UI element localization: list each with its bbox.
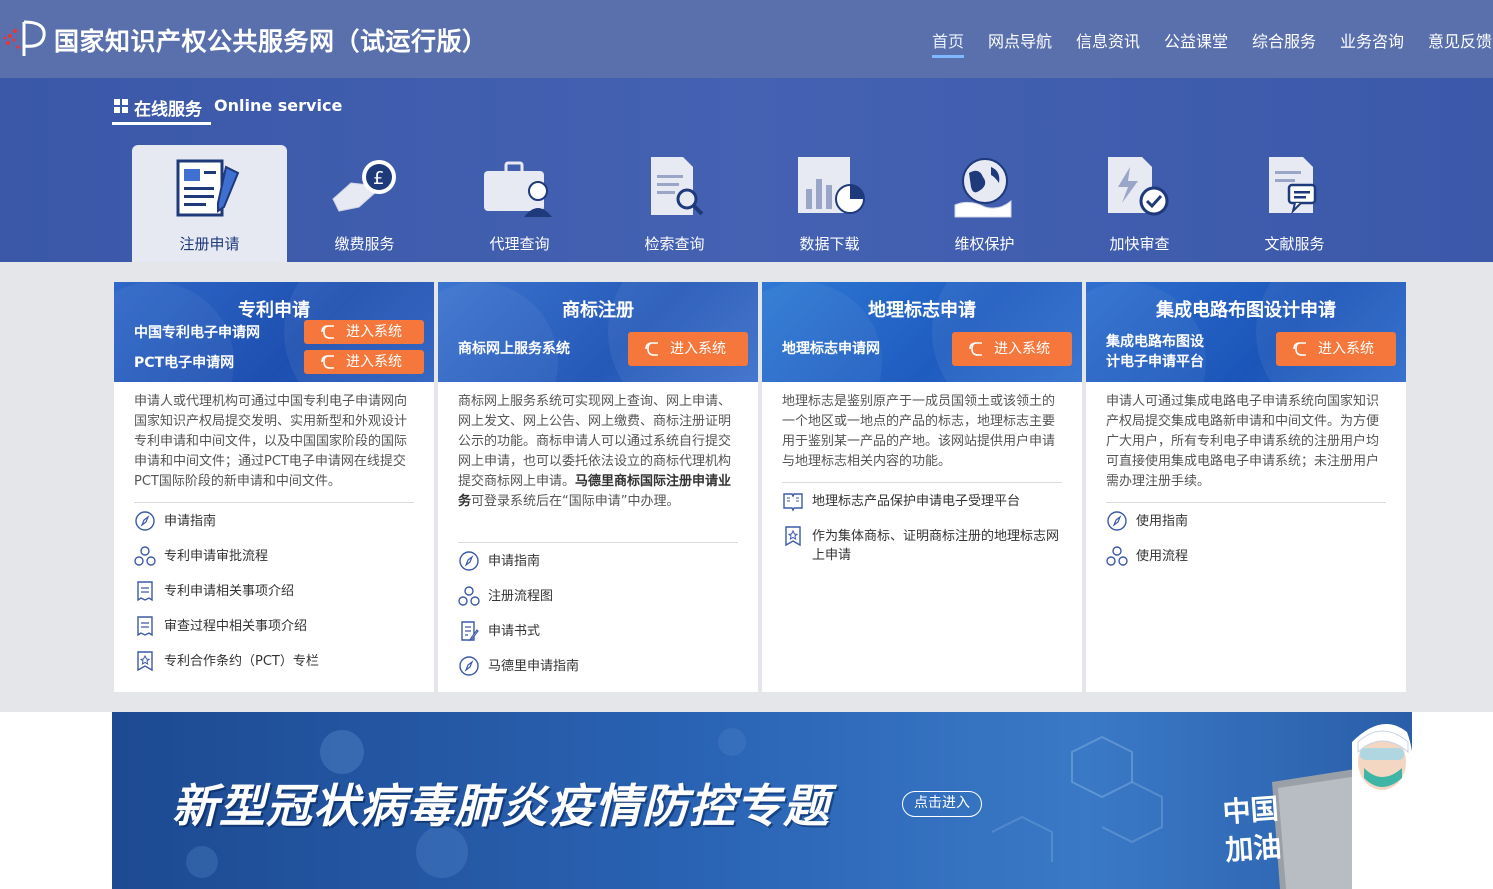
system-name: 地理标志申请网 [782, 341, 880, 357]
system-name: 商标网上服务系统 [458, 341, 570, 357]
divider [458, 542, 738, 543]
card-header: 专利申请 中国专利电子申请网 进入系统 PCT电子申请网 进入系统 [114, 282, 434, 382]
pointing-hand-icon [321, 355, 334, 369]
svg-text:£: £ [373, 168, 384, 189]
tab-payment[interactable]: £ 缴费服务 [287, 145, 442, 262]
document-edit-icon [461, 621, 479, 642]
nav-business-consulting[interactable]: 业务咨询 [1340, 28, 1404, 52]
banner-enter-button[interactable]: 点击进入 [902, 791, 982, 817]
banner-title: 新型冠状病毒肺炎疫情防控专题 [172, 779, 830, 833]
heading-en: Online service [214, 96, 343, 115]
system-name: 中国专利电子申请网 [134, 325, 260, 341]
system-name-line2: 计电子申请平台 [1106, 354, 1204, 370]
divider [1106, 502, 1386, 503]
pointing-hand-icon [969, 342, 982, 356]
pointing-hand-icon [1293, 342, 1306, 356]
hand-coin-icon: £ [332, 160, 396, 212]
enter-system-button[interactable]: 进入系统 [304, 320, 424, 344]
grid-icon [114, 99, 128, 113]
card-header: 集成电路布图设计申请 集成电路布图设 计电子申请平台 进入系统 [1086, 282, 1406, 382]
card-description: 申请人可通过集成电路电子申请系统向国家知识产权局提交集成电路新申请和中间文件。为… [1106, 394, 1380, 489]
tab-label: 文献服务 [1264, 235, 1325, 253]
lightning-check-icon [1108, 157, 1169, 216]
tab-label: 注册申请 [179, 235, 240, 253]
tab-expedited-review[interactable]: 加快审查 [1062, 145, 1217, 262]
tab-label: 缴费服务 [334, 235, 395, 253]
receipt-icon [137, 616, 153, 637]
service-cards-panel: 专利申请 中国专利电子申请网 进入系统 PCT电子申请网 进入系统 申请人或代理… [0, 262, 1493, 712]
open-book-icon [783, 493, 803, 512]
tab-data-download[interactable]: 数据下载 [752, 145, 907, 262]
card-title: 专利申请 [238, 300, 310, 321]
bookmark-icon [137, 651, 153, 672]
system-name: PCT电子申请网 [134, 355, 235, 371]
flow-nodes-icon [458, 586, 480, 606]
tab-registration[interactable]: 注册申请 [132, 145, 287, 262]
tab-label: 检索查询 [644, 235, 705, 253]
enter-system-button[interactable]: 进入系统 [304, 350, 424, 374]
card-title: 商标注册 [562, 300, 634, 321]
tab-label: 加快审查 [1109, 235, 1170, 253]
nav-public-class[interactable]: 公益课堂 [1164, 28, 1228, 52]
enter-system-button[interactable]: 进入系统 [952, 332, 1072, 366]
banner-sign-line1: 中国 [1221, 792, 1280, 829]
card-description: 地理标志是鉴别原产于一成员国领土或该领土的一个地区或一地点的产品的标志，地理标志… [782, 394, 1056, 469]
card-header: 地理标志申请 地理标志申请网 进入系统 [762, 282, 1082, 382]
compass-icon [459, 656, 479, 676]
card-title: 集成电路布图设计申请 [1156, 300, 1336, 321]
covid-topic-banner[interactable]: 新型冠状病毒肺炎疫情防控专题 点击进入 中国 加油 [112, 712, 1412, 889]
nav-home[interactable]: 首页 [932, 28, 965, 58]
card-title: 地理标志申请 [868, 300, 976, 321]
nav-outlet-guide[interactable]: 网点导航 [988, 28, 1052, 52]
online-service-section: 在线服务 Online service 注册申请 £ 缴费服务 代理查询 检索查… [0, 78, 1493, 262]
nav-integrated-services[interactable]: 综合服务 [1252, 28, 1316, 52]
form-pen-icon [176, 159, 240, 217]
receipt-icon [137, 581, 153, 602]
pointing-hand-icon [321, 325, 334, 339]
nav-feedback[interactable]: 意见反馈 [1428, 28, 1492, 52]
bar-chart-icon [798, 157, 865, 214]
banner-sign-line2: 加油 [1224, 830, 1283, 867]
nav-news[interactable]: 信息资讯 [1076, 28, 1140, 52]
tab-literature-service[interactable]: 文献服务 [1217, 145, 1372, 262]
divider [782, 482, 1062, 483]
banner-sign: 中国 加油 [1209, 789, 1294, 870]
card-description: 商标网上服务系统可实现网上查询、网上申请、网上发文、网上公告、网上缴费、商标注册… [458, 394, 732, 509]
flow-nodes-icon [1106, 546, 1128, 566]
enter-system-button[interactable]: 进入系统 [1276, 332, 1396, 366]
card-description: 申请人或代理机构可通过中国专利电子申请网向国家知识产权局提交发明、实用新型和外观… [134, 394, 408, 489]
enter-system-button[interactable]: 进入系统 [628, 332, 748, 366]
card-ic-layout-design: 集成电路布图设计申请 集成电路布图设 计电子申请平台 进入系统 申请人可通过集成… [1086, 282, 1406, 692]
tab-search-query[interactable]: 检索查询 [597, 145, 752, 262]
heading-underline [112, 122, 211, 125]
compass-icon [135, 511, 155, 531]
tab-rights-protection[interactable]: 维权保护 [907, 145, 1062, 262]
site-header: 国家知识产权公共服务网（试运行版） 首页 网点导航 信息资讯 公益课堂 综合服务… [0, 0, 1493, 78]
card-geographical-indication: 地理标志申请 地理标志申请网 进入系统 地理标志是鉴别原产于一成员国领土或该领土… [762, 282, 1082, 692]
tab-label: 代理查询 [489, 235, 550, 253]
system-name-line1: 集成电路布图设 [1106, 334, 1204, 350]
card-trademark-registration: 商标注册 商标网上服务系统 进入系统 商标网上服务系统可实现网上查询、网上申请、… [438, 282, 758, 692]
document-chat-icon [1269, 157, 1317, 215]
tab-label: 数据下载 [799, 235, 860, 253]
flow-nodes-icon [134, 546, 156, 566]
cnipa-logo-icon[interactable] [2, 16, 50, 60]
tab-label: 维权保护 [954, 235, 1015, 253]
divider [134, 502, 414, 503]
card-patent-application: 专利申请 中国专利电子申请网 进入系统 PCT电子申请网 进入系统 申请人或代理… [114, 282, 434, 692]
bookmark-icon [785, 526, 801, 547]
compass-icon [1107, 511, 1127, 531]
compass-icon [459, 551, 479, 571]
globe-hand-icon [954, 158, 1012, 218]
tab-agency-query[interactable]: 代理查询 [442, 145, 597, 262]
card-header: 商标注册 商标网上服务系统 进入系统 [438, 282, 758, 382]
document-search-icon [651, 157, 704, 216]
pointing-hand-icon [645, 342, 658, 356]
heading-cn: 在线服务 [134, 100, 202, 120]
site-title[interactable]: 国家知识产权公共服务网（试运行版） [54, 22, 488, 58]
briefcase-person-icon [484, 161, 552, 217]
